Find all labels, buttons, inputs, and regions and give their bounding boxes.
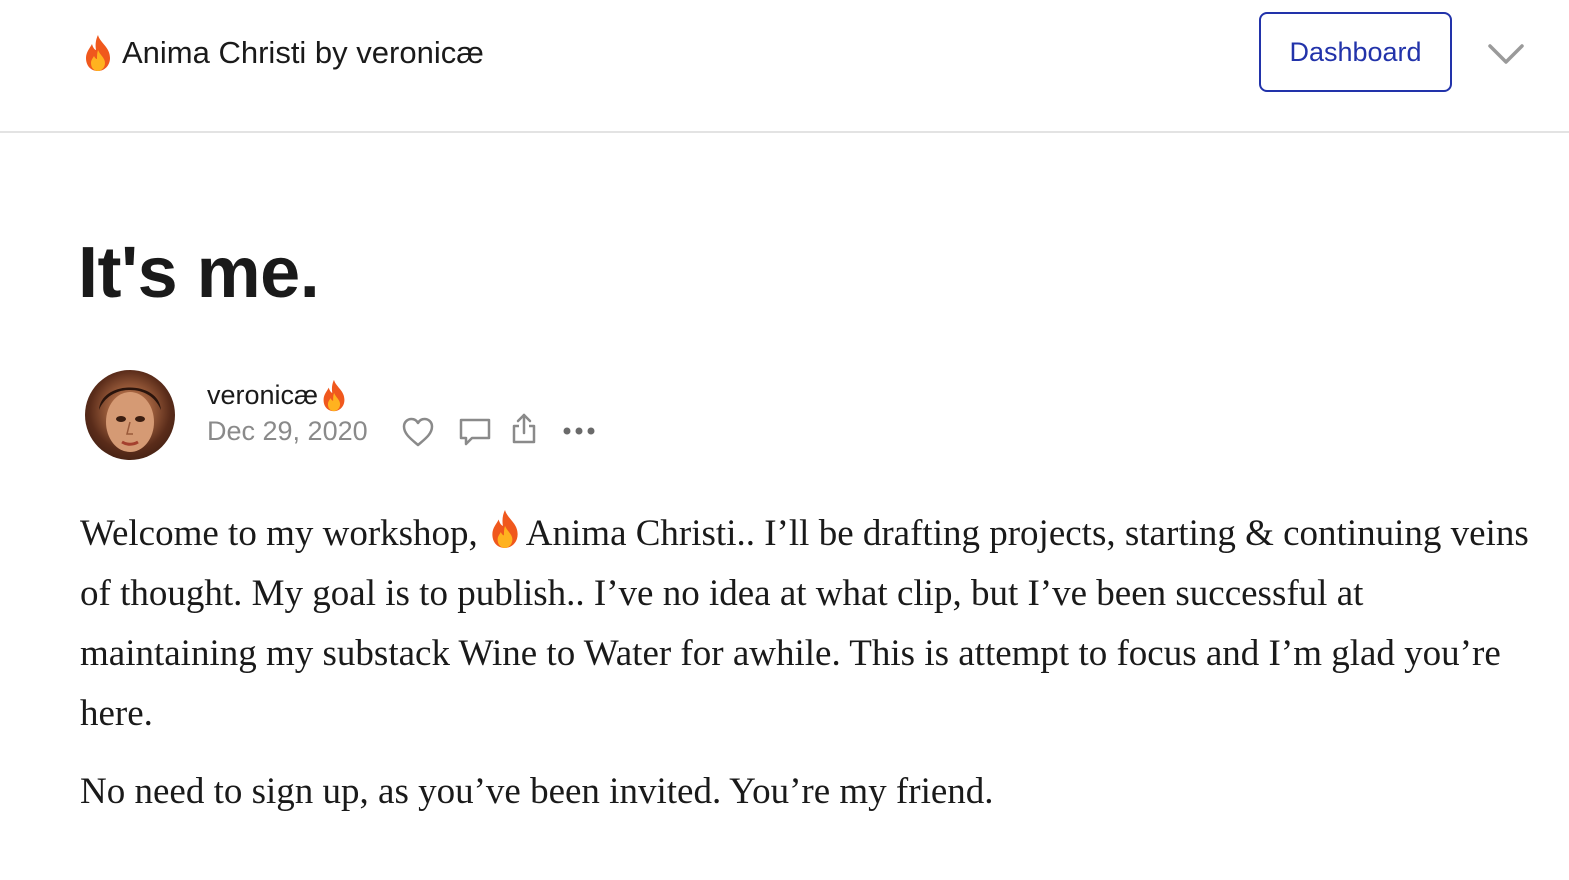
chevron-down-icon[interactable] — [1486, 40, 1526, 68]
share-icon[interactable] — [510, 412, 538, 451]
dashboard-button[interactable]: Dashboard — [1259, 12, 1452, 92]
heart-icon[interactable] — [401, 416, 435, 453]
more-icon[interactable] — [562, 424, 596, 443]
avatar[interactable] — [85, 370, 175, 460]
top-bar: Anima Christi by veronicæ Dashboard — [0, 0, 1569, 133]
post-title: It's me. — [78, 233, 320, 313]
flame-icon — [82, 34, 114, 72]
post-body: Welcome to my workshop, Anima Christi.. … — [80, 504, 1540, 840]
comment-icon[interactable] — [458, 416, 492, 453]
publication-title[interactable]: Anima Christi by veronicæ — [82, 30, 484, 76]
flame-icon — [320, 379, 348, 412]
post-date: Dec 29, 2020 — [207, 416, 368, 446]
body-paragraph: Welcome to my workshop, Anima Christi.. … — [80, 504, 1540, 744]
flame-icon — [488, 509, 522, 549]
paragraph-text: Welcome to my workshop, — [80, 513, 478, 554]
author-name[interactable]: veronicæ — [207, 378, 348, 412]
publication-title-text: Anima Christi by veronicæ — [122, 35, 484, 70]
author-name-text: veronicæ — [207, 379, 319, 410]
body-paragraph: No need to sign up, as you’ve been invit… — [80, 771, 994, 812]
